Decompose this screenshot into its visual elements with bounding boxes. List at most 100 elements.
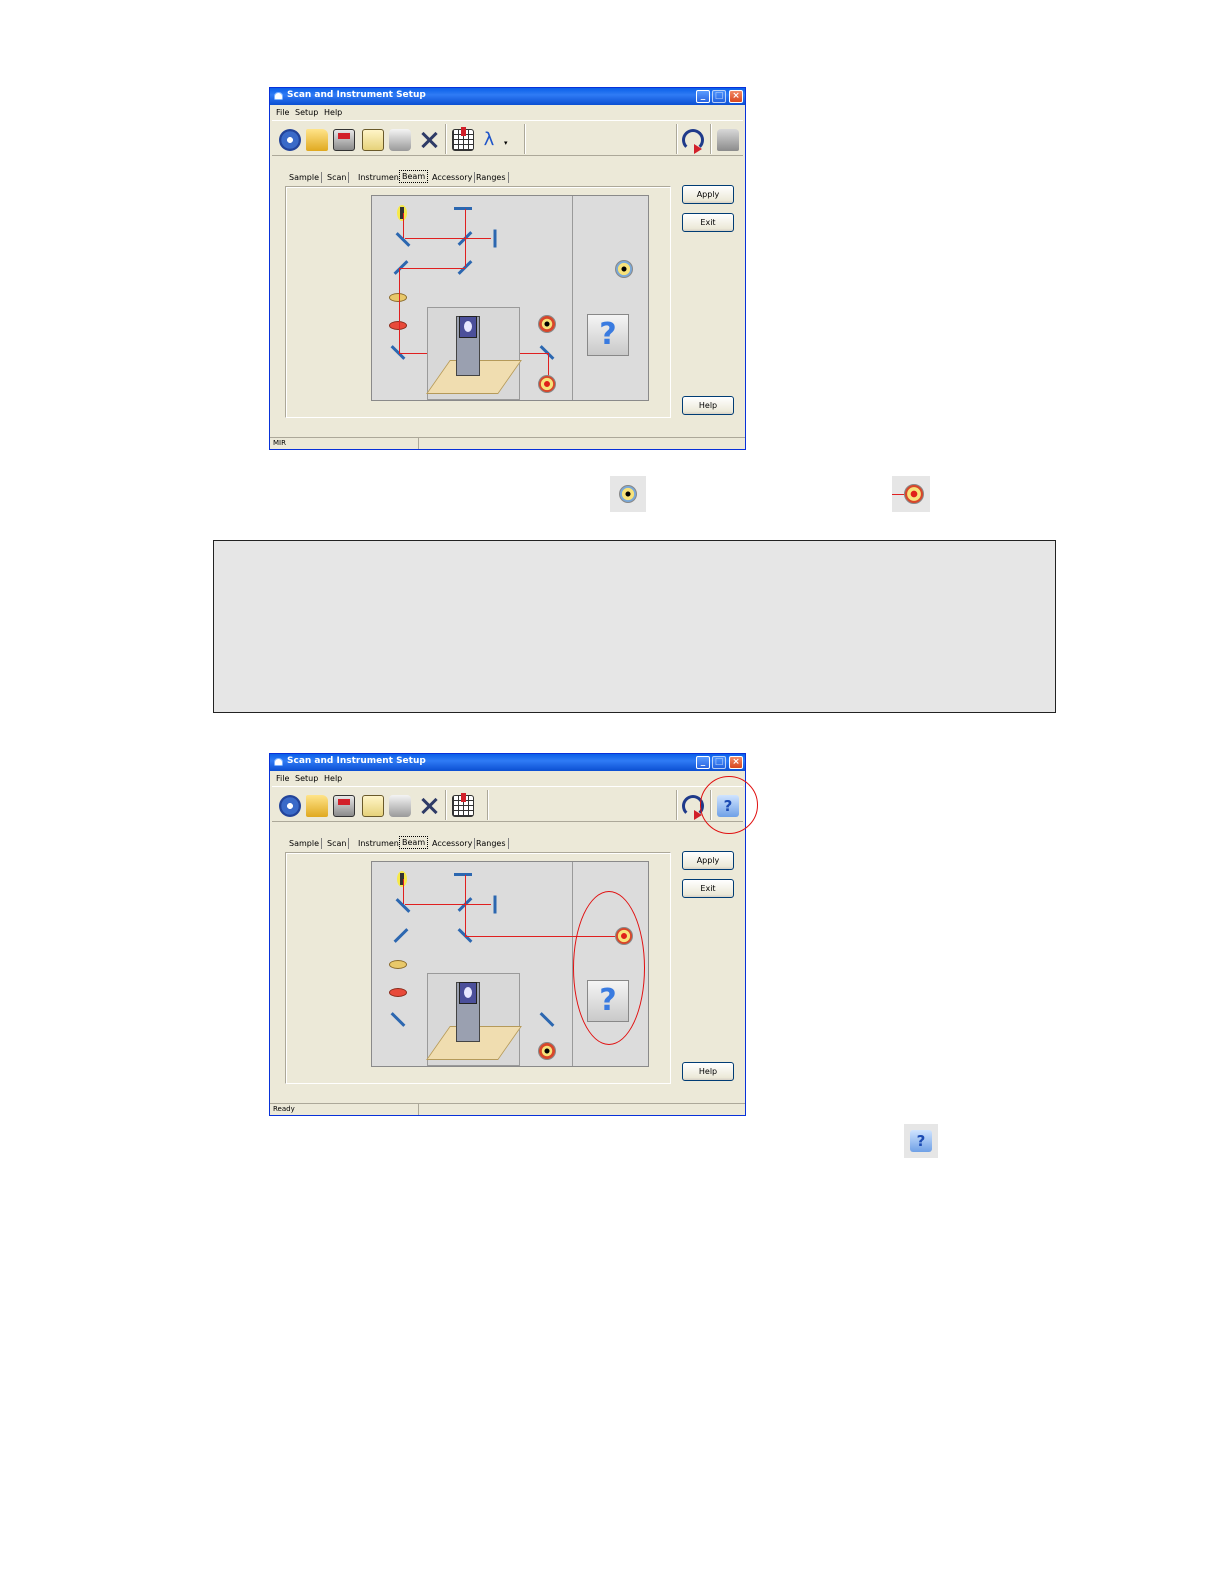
app-icon (274, 758, 283, 766)
toolbar-separator (524, 124, 526, 154)
help-button[interactable]: Help (682, 1062, 734, 1081)
detector-reference-icon (610, 476, 646, 512)
minimize-button[interactable]: _ (696, 756, 710, 769)
app-icon (274, 92, 283, 100)
toolbar: λ ▾ (272, 120, 743, 156)
target-icon (904, 484, 924, 504)
accessory-help-reference-icon: ? (904, 1124, 938, 1158)
detector-icon[interactable] (538, 1042, 556, 1060)
save-icon[interactable] (333, 795, 355, 817)
tab-instrument[interactable]: Instrument (356, 172, 406, 183)
title-bar[interactable]: Scan and Instrument Setup _ □ × (270, 754, 745, 771)
menu-bar: File Setup Help (270, 106, 745, 119)
maximize-button[interactable]: □ (712, 756, 726, 769)
beam-path (403, 213, 404, 238)
exit-button[interactable]: Exit (682, 213, 734, 232)
save-icon[interactable] (333, 129, 355, 151)
setup-window-1: Scan and Instrument Setup _ □ × File Set… (269, 87, 746, 450)
menu-bar: File Setup Help (270, 772, 745, 785)
toolbar-separator (445, 124, 447, 154)
tools-icon[interactable] (418, 795, 440, 817)
beam-path (403, 879, 404, 904)
toolbar-separator (676, 790, 678, 820)
beam-path (399, 268, 400, 353)
sample-holder-icon (459, 316, 477, 338)
accessory-icon[interactable] (717, 129, 739, 151)
sample-holder-icon (459, 982, 477, 1004)
menu-file[interactable]: File (276, 108, 289, 117)
diagram-divider (572, 196, 573, 400)
tools-icon[interactable] (418, 129, 440, 151)
tab-instrument[interactable]: Instrument (356, 838, 406, 849)
tab-sample[interactable]: Sample (287, 838, 322, 849)
aperture-wheel-icon (389, 321, 407, 330)
clipboard-icon[interactable] (362, 795, 384, 817)
table-icon[interactable] (452, 793, 474, 817)
tab-sample[interactable]: Sample (287, 172, 322, 183)
tab-scan[interactable]: Scan (325, 838, 350, 849)
dropdown-arrow-icon[interactable]: ▾ (504, 139, 508, 147)
instrument-gauge-icon[interactable] (279, 795, 301, 817)
menu-help[interactable]: Help (324, 774, 342, 783)
scan-arc-icon[interactable] (682, 129, 704, 154)
tab-accessory[interactable]: Accessory (430, 838, 476, 849)
print-icon[interactable] (389, 795, 411, 817)
exit-button[interactable]: Exit (682, 879, 734, 898)
status-text: MIR (273, 439, 286, 447)
minimize-button[interactable]: _ (696, 90, 710, 103)
menu-file[interactable]: File (276, 774, 289, 783)
maximize-button[interactable]: □ (712, 90, 726, 103)
beam-path (405, 904, 491, 905)
close-button[interactable]: × (729, 90, 743, 103)
mirror-icon (493, 895, 497, 914)
beam-diagram: ? (371, 195, 649, 401)
status-divider (418, 438, 419, 449)
instrument-gauge-icon[interactable] (279, 129, 301, 151)
note-box (213, 540, 1056, 713)
setup-window-2: Scan and Instrument Setup _ □ × File Set… (269, 753, 746, 1116)
active-detector-icon[interactable] (538, 375, 556, 393)
mirror-icon (390, 1012, 406, 1027)
tab-ranges[interactable]: Ranges (474, 838, 509, 849)
status-divider (418, 1104, 419, 1115)
toolbar-separator (676, 124, 678, 154)
apply-button[interactable]: Apply (682, 185, 734, 204)
menu-help[interactable]: Help (324, 108, 342, 117)
window-title: Scan and Instrument Setup (287, 90, 426, 100)
tab-accessory[interactable]: Accessory (430, 172, 476, 183)
tab-ranges[interactable]: Ranges (474, 172, 509, 183)
status-bar: MIR (270, 437, 745, 449)
beam-path (465, 875, 466, 936)
tab-beam[interactable]: Beam (399, 170, 429, 183)
clipboard-icon[interactable] (362, 129, 384, 151)
status-bar: Ready (270, 1103, 745, 1115)
tab-beam[interactable]: Beam (399, 836, 429, 849)
print-icon[interactable] (389, 129, 411, 151)
open-folder-icon[interactable] (306, 129, 328, 151)
mirror-icon (454, 207, 472, 210)
toolbar: ? (272, 786, 743, 822)
open-folder-icon[interactable] (306, 795, 328, 817)
tab-scan[interactable]: Scan (325, 172, 350, 183)
detector-icon[interactable] (538, 315, 556, 333)
mirror-icon (539, 1012, 555, 1027)
window-title: Scan and Instrument Setup (287, 756, 426, 766)
apply-button[interactable]: Apply (682, 851, 734, 870)
close-button[interactable]: × (729, 756, 743, 769)
external-port-icon[interactable] (615, 260, 633, 278)
highlight-ellipse-accessory (573, 891, 645, 1045)
sample-compartment (426, 307, 522, 400)
unknown-accessory-icon[interactable]: ? (587, 314, 629, 356)
menu-setup[interactable]: Setup (295, 774, 318, 783)
title-bar[interactable]: Scan and Instrument Setup _ □ × (270, 88, 745, 105)
help-button[interactable]: Help (682, 396, 734, 415)
sample-compartment (426, 973, 522, 1066)
beam-path (465, 209, 466, 267)
filter-wheel-icon (389, 960, 407, 969)
table-icon[interactable] (452, 127, 474, 151)
toolbar-separator (445, 790, 447, 820)
lambda-icon[interactable]: λ (478, 129, 500, 151)
active-detector-reference-icon (892, 476, 930, 512)
menu-setup[interactable]: Setup (295, 108, 318, 117)
mirror-icon (454, 873, 472, 876)
